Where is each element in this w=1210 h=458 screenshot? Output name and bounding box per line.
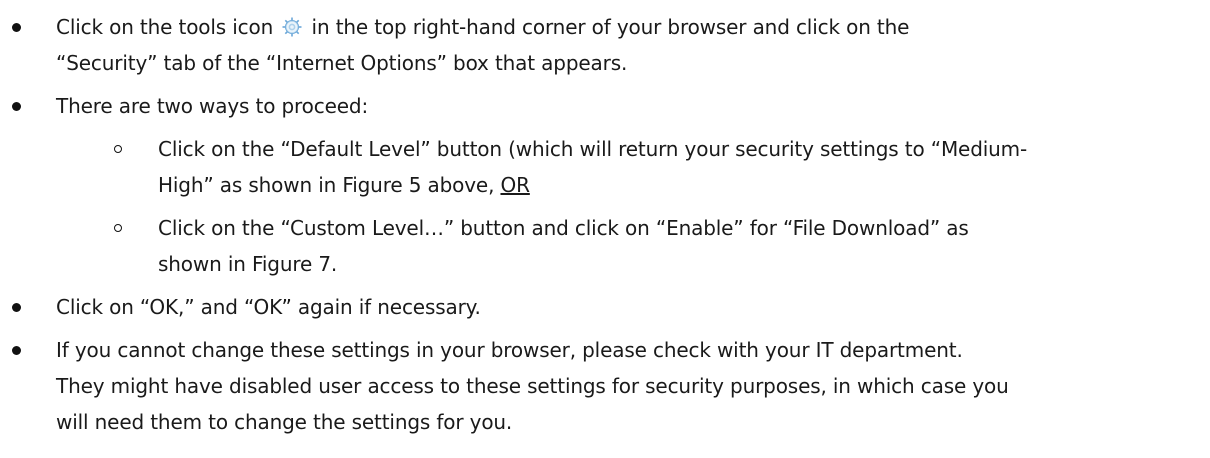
item-1-line-2: “Security” tab of the “Internet Options”… [56, 51, 628, 75]
item-2-line-1: There are two ways to proceed: [56, 94, 369, 118]
bullet-marker [12, 303, 21, 312]
bullet-marker [12, 346, 21, 355]
subitem-1-line-1: Click on the “Default Level” button (whi… [158, 137, 1028, 161]
gear-icon [281, 16, 303, 38]
item-4-line-3: will need them to change the settings fo… [56, 410, 513, 434]
bullet-marker [12, 23, 21, 32]
or-underlined-text: OR [500, 173, 530, 197]
item-1-text-after-icon: in the top right-hand corner of your bro… [305, 15, 910, 39]
bullet-marker [12, 102, 21, 111]
item-3-line-1: Click on “OK,” and “OK” again if necessa… [56, 295, 481, 319]
instructions-document: Click on the tools icon in the top right… [0, 0, 1210, 458]
subitem-1-text: High” as shown in Figure 5 above, [158, 173, 501, 197]
sub-bullet-marker [114, 224, 122, 232]
item-1-line-1: Click on the tools icon in the top right… [56, 12, 909, 42]
subitem-1-line-2: High” as shown in Figure 5 above, OR [158, 170, 530, 200]
sub-bullet-marker [114, 145, 122, 153]
item-4-line-2: They might have disabled user access to … [56, 374, 1009, 398]
subitem-2-line-2: shown in Figure 7. [158, 252, 338, 276]
item-1-text-before-icon: Click on the tools icon [56, 15, 280, 39]
item-4-line-1: If you cannot change these settings in y… [56, 338, 963, 362]
subitem-2-line-1: Click on the “Custom Level…” button and … [158, 216, 969, 240]
